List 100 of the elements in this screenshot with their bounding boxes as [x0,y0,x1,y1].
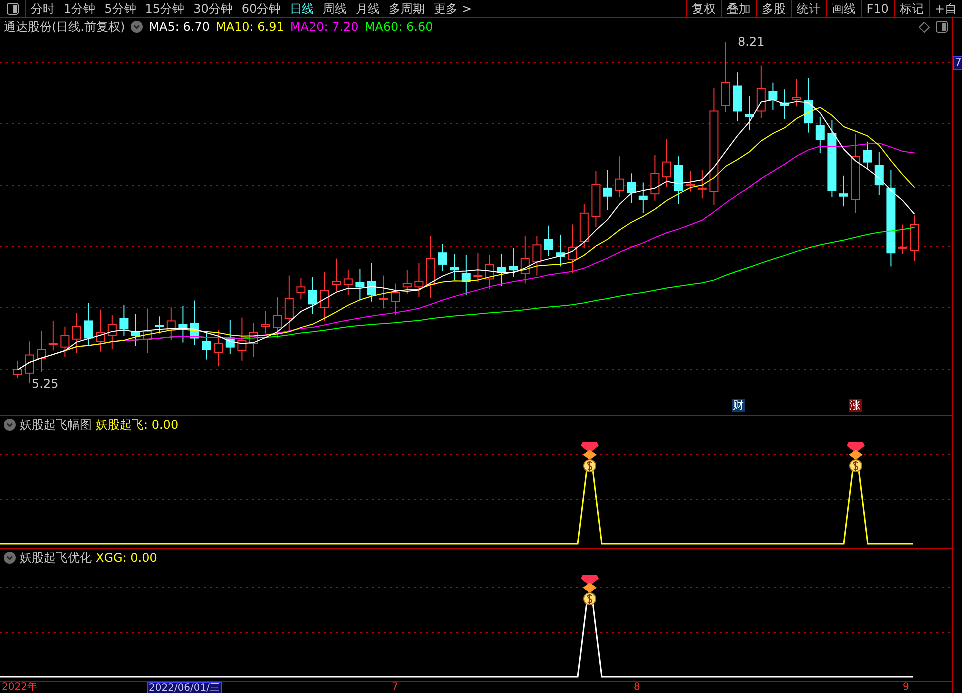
indicator-value: 妖股起飞: 0.00 [96,417,179,434]
date-label: 2022/06/01/三 [147,682,222,693]
gem-moneybag-icon [847,442,865,472]
period-tab[interactable]: 1分钟 [64,2,96,14]
candlestick [214,330,224,368]
candlestick [497,254,506,287]
candlestick [580,204,589,250]
candlestick [178,306,188,344]
candlestick [686,170,696,192]
candlestick [426,236,436,299]
candlestick [462,254,471,296]
date-label: 9 [903,682,910,693]
period-tab[interactable]: 分时 [31,2,55,14]
date-label: 7 [392,682,398,693]
candlestick [532,236,542,276]
collapse-icon[interactable] [4,419,16,431]
candlestick [120,304,129,336]
candlestick [402,270,412,294]
candlestick [674,156,684,205]
candlestick [37,330,46,373]
candlestick [840,175,848,208]
chart-title: 通达股份(日线.前复权) [4,19,126,36]
candlestick [308,276,318,315]
candlestick [226,320,235,355]
candlestick [296,278,306,300]
date-label: 8 [634,682,640,693]
toolbar-button[interactable]: +自 [928,0,962,17]
toolbar-button[interactable]: 画线 [826,0,861,17]
candlestick [72,312,82,354]
candlestick [356,268,365,302]
period-tab[interactable]: 周线 [323,2,348,14]
toolbar-button[interactable]: 统计 [790,0,826,17]
indicator-value: XGG: 0.00 [96,550,158,567]
panel-icon[interactable] [936,21,948,33]
period-tab[interactable]: 月线 [356,2,380,14]
candlestick [250,322,258,358]
candlestick [450,254,460,281]
indicator-title: 妖股起飞优化 [20,550,92,567]
candlestick [238,317,247,362]
period-tab[interactable]: 日线 [290,2,314,14]
diamond-icon[interactable] [919,22,930,32]
candlestick [84,302,94,346]
candlestick [568,224,578,274]
toolbar-button[interactable]: F10 [860,0,894,17]
candlestick [756,65,766,119]
candlestick [650,155,660,202]
candlestick [25,341,34,384]
candlestick [898,224,908,255]
candlestick [604,170,612,210]
candlestick [520,236,530,284]
candlestick [108,315,117,350]
gem-moneybag-icon [581,575,599,606]
collapse-icon[interactable] [4,552,16,564]
toolbar-button[interactable]: 叠加 [720,0,756,17]
period-tab[interactable]: 30分钟 [194,2,233,14]
candlestick [474,252,483,284]
candlestick [804,78,814,134]
event-marker[interactable]: 涨 [849,399,862,412]
candlestick [792,78,802,108]
candlestick [320,272,330,322]
gem-moneybag-icon [581,442,599,472]
period-tab[interactable]: 15分钟 [145,2,185,14]
toolbar-button[interactable]: 标记 [894,0,929,17]
candlestick [486,254,494,290]
indicator-title: 妖股起飞幅图 [20,417,92,434]
price-axis-label: 7 [953,56,962,70]
candlestick [780,89,790,120]
candlestick [638,182,648,214]
candlestick [14,360,22,378]
candlestick [391,283,400,316]
candlestick [414,262,424,298]
ma-legend: MA60: 6.60 [364,18,434,36]
period-tab[interactable]: 更多 > [434,2,472,14]
candlestick [48,320,58,352]
candlestick [202,332,212,360]
candlestick [509,248,518,278]
toolbar-button[interactable]: 多股 [756,0,791,17]
candlestick [662,139,672,188]
toolbar-button[interactable]: 复权 [686,0,721,17]
candlestick [615,156,624,198]
candlestick [722,42,730,113]
candlestick [627,173,636,204]
candlestick [816,116,825,154]
event-marker[interactable]: 财 [732,399,745,412]
candlestick [190,300,200,346]
candlestick [155,316,164,334]
candlestick [910,215,920,262]
candlestick [745,96,754,132]
candlestick [284,275,294,334]
ma-legend: MA5: 6.70 [149,18,210,36]
candlestick [544,225,554,258]
period-tab[interactable]: 多周期 [389,2,426,14]
period-tab[interactable]: 5分钟 [104,2,136,14]
candlestick [166,307,176,341]
collapse-icon[interactable] [131,21,144,33]
candlestick [96,309,106,352]
candlestick [261,310,270,334]
candlestick [556,234,566,268]
candlestick [768,82,778,111]
period-tab[interactable]: 60分钟 [242,2,282,14]
